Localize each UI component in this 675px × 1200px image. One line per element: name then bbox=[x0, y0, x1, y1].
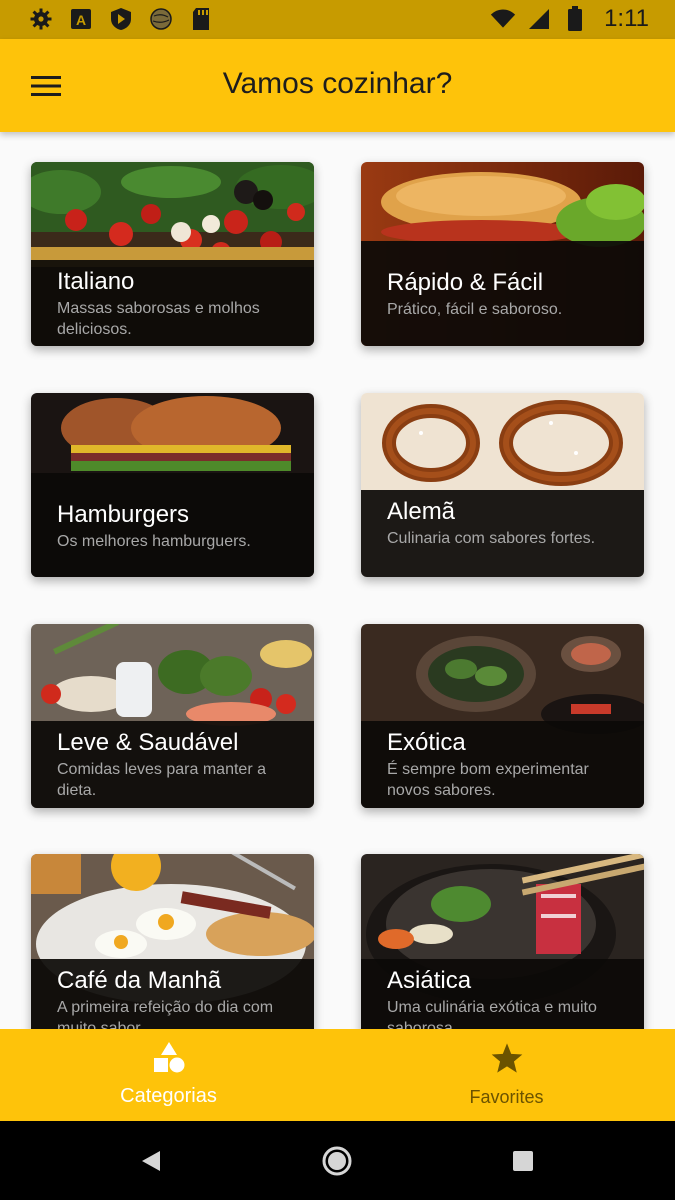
card-title: Exótica bbox=[387, 729, 466, 756]
card-subtitle: Culinaria com sabores fortes. bbox=[387, 530, 596, 547]
card-caption: Hamburgers Os melhores hamburguers. bbox=[31, 473, 314, 577]
card-caption: Alemã Culinaria com sabores fortes. bbox=[361, 490, 644, 577]
shield-icon bbox=[108, 6, 134, 32]
card-subtitle: Comidas leves para manter a dieta. bbox=[57, 761, 266, 799]
category-card-leve-saudavel[interactable]: Leve & Saudável Comidas leves para mante… bbox=[31, 624, 314, 808]
category-card-italiano[interactable]: Italiano Massas saborosas e molhos delic… bbox=[31, 162, 314, 346]
card-caption: Exótica É sempre bom experimentar novos … bbox=[361, 721, 644, 808]
categories-grid: Italiano Massas saborosas e molhos delic… bbox=[0, 132, 675, 1029]
status-bar: A 1:11 bbox=[0, 0, 675, 39]
sd-card-icon bbox=[188, 6, 214, 32]
star-icon bbox=[490, 1042, 524, 1079]
category-card-cafe-da-manha[interactable]: Café da Manhã A primeira refeição do dia… bbox=[31, 854, 314, 1029]
app-bar: Vamos cozinhar? bbox=[0, 39, 675, 132]
category-card-exotica[interactable]: Exótica É sempre bom experimentar novos … bbox=[361, 624, 644, 808]
recents-square-icon[interactable] bbox=[503, 1141, 543, 1181]
category-card-rapido-facil[interactable]: Rápido & Fácil Prático, fácil e saboroso… bbox=[361, 162, 644, 346]
globe-icon bbox=[148, 6, 174, 32]
page-title: Vamos cozinhar? bbox=[222, 67, 453, 100]
bottom-navigation: Categorias Favorites bbox=[0, 1029, 675, 1121]
home-circle-icon[interactable] bbox=[317, 1141, 357, 1181]
card-title: Café da Manhã bbox=[57, 967, 222, 994]
category-card-alema[interactable]: Alemã Culinaria com sabores fortes. bbox=[361, 393, 644, 577]
card-caption: Café da Manhã A primeira refeição do dia… bbox=[31, 959, 314, 1029]
card-caption: Italiano Massas saborosas e molhos delic… bbox=[31, 260, 314, 346]
card-subtitle: A primeira refeição do dia com muito sab… bbox=[57, 999, 274, 1029]
card-caption: Rápido & Fácil Prático, fácil e saboroso… bbox=[361, 241, 644, 346]
card-title: Rápido & Fácil bbox=[387, 269, 544, 296]
category-card-asiatica[interactable]: Asiática Uma culinária exótica e muito s… bbox=[361, 854, 644, 1029]
category-card-hamburgers[interactable]: Hamburgers Os melhores hamburguers. bbox=[31, 393, 314, 577]
card-caption: Leve & Saudável Comidas leves para mante… bbox=[31, 721, 314, 808]
card-subtitle: Uma culinária exótica e muito saborosa.. bbox=[387, 999, 597, 1029]
system-navigation-bar bbox=[0, 1121, 675, 1200]
nav-tab-favorites[interactable]: Favorites bbox=[338, 1029, 675, 1121]
card-subtitle: Massas saborosas e molhos deliciosos. bbox=[57, 300, 260, 338]
card-subtitle: É sempre bom experimentar novos sabores. bbox=[387, 761, 589, 799]
gear-icon bbox=[28, 6, 54, 32]
card-subtitle: Os melhores hamburguers. bbox=[57, 533, 251, 550]
clock-time: 1:11 bbox=[604, 5, 649, 32]
card-title: Alemã bbox=[387, 498, 456, 525]
a-box-icon: A bbox=[68, 6, 94, 32]
svg-text:A: A bbox=[76, 12, 86, 28]
card-title: Asiática bbox=[387, 967, 472, 994]
back-triangle-icon[interactable] bbox=[131, 1141, 171, 1181]
nav-tab-categorias[interactable]: Categorias bbox=[0, 1029, 337, 1121]
categories-shapes-icon bbox=[152, 1042, 186, 1079]
wifi-icon bbox=[490, 6, 516, 32]
card-title: Italiano bbox=[57, 268, 135, 295]
card-title: Leve & Saudável bbox=[57, 729, 239, 756]
signal-icon bbox=[526, 6, 552, 32]
battery-icon bbox=[562, 6, 588, 32]
card-caption: Asiática Uma culinária exótica e muito s… bbox=[361, 959, 644, 1029]
card-subtitle: Prático, fácil e saboroso. bbox=[387, 301, 563, 318]
nav-label: Favorites bbox=[469, 1087, 544, 1107]
nav-label: Categorias bbox=[120, 1085, 217, 1107]
card-title: Hamburgers bbox=[57, 501, 190, 528]
